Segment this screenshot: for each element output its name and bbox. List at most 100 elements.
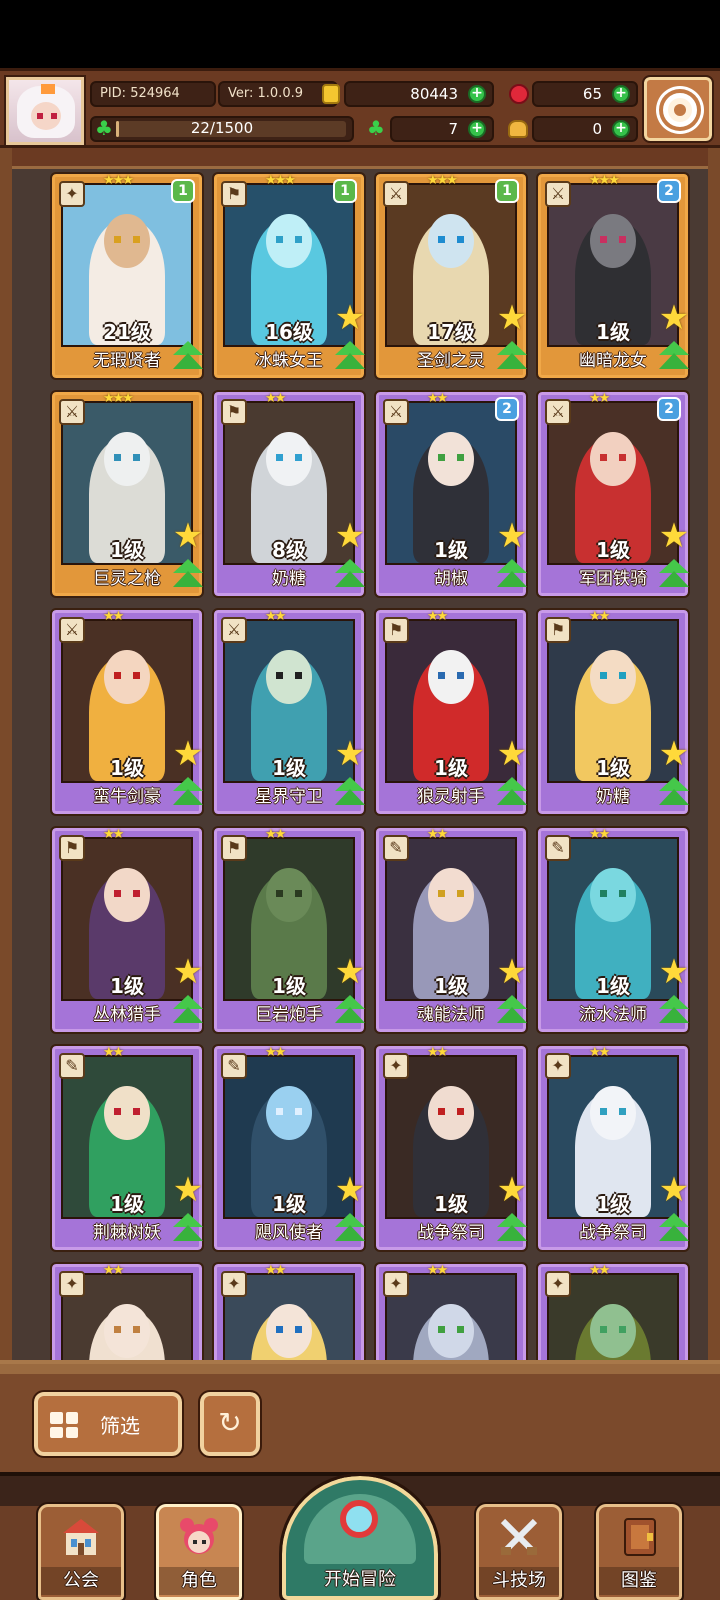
level-up-arrow-icon[interactable] bbox=[333, 339, 367, 373]
hero-card[interactable]: ✎ ★★ 1级 流水法师 ★ bbox=[536, 826, 691, 1034]
add-bread-button[interactable]: + bbox=[612, 120, 630, 138]
star-up-icon[interactable]: ★ bbox=[495, 1173, 529, 1207]
hero-card[interactable]: ⚔ ★★★ 1级 巨灵之枪 ★ bbox=[50, 390, 205, 598]
hero-card[interactable]: ✦ ★★ 1级 战争祭司 ★ bbox=[374, 1044, 529, 1252]
star-up-icon[interactable]: ★ bbox=[171, 737, 205, 771]
hero-card[interactable]: ✎ ★★ 1级 荆棘树妖 ★ bbox=[50, 1044, 205, 1252]
class-icon: ⚔ bbox=[545, 181, 571, 207]
hero-card[interactable]: ⚔ ★★ 2 1级 军团铁骑 ★ bbox=[536, 390, 691, 598]
hero-card[interactable]: ⚑ ★★ 1级 狼灵射手 ★ bbox=[374, 608, 529, 816]
hero-card[interactable]: ✎ ★★ 1级 魂能法师 ★ bbox=[374, 826, 529, 1034]
version-display: Ver: 1.0.0.9 bbox=[218, 81, 338, 107]
level-up-arrow-icon[interactable] bbox=[657, 993, 691, 1027]
refresh-icon: ↻ bbox=[218, 1406, 242, 1439]
level-up-arrow-icon[interactable] bbox=[657, 557, 691, 591]
hero-list-panel: ✦ ★★★ 1 21级 无瑕贤者 ⚑ ★★★ 1 16级 冰蛛女王 ★ ⚔ ★★★ 1 17级 圣剑之灵 ★ ⚔ ★… bbox=[0, 148, 720, 1470]
rarity-stars: ★★ bbox=[589, 609, 610, 624]
nav-arena[interactable]: 斗技场 bbox=[474, 1502, 564, 1600]
level-up-arrow-icon[interactable] bbox=[333, 775, 367, 809]
level-up-arrow-icon[interactable] bbox=[333, 993, 367, 1027]
refresh-button[interactable]: ↻ bbox=[198, 1390, 262, 1458]
nav-heroes[interactable]: 角色 bbox=[154, 1502, 244, 1600]
level-up-arrow-icon[interactable] bbox=[171, 557, 205, 591]
hero-card[interactable]: ⚔ ★★ 1级 星界守卫 ★ bbox=[212, 608, 367, 816]
hero-card[interactable]: ✦ ★★★ 1 21级 无瑕贤者 bbox=[50, 172, 205, 380]
rank-badge: 1 bbox=[333, 179, 357, 203]
rarity-stars: ★★★ bbox=[589, 173, 620, 188]
hero-card[interactable]: ⚔ ★★★ 1 17级 圣剑之灵 ★ bbox=[374, 172, 529, 380]
level-up-arrow-icon[interactable] bbox=[495, 557, 529, 591]
add-gold-button[interactable]: + bbox=[468, 85, 486, 103]
star-up-icon[interactable]: ★ bbox=[657, 301, 691, 335]
level-up-arrow-icon[interactable] bbox=[171, 339, 205, 373]
start-adventure-button[interactable]: 开始冒险 bbox=[279, 1473, 441, 1600]
hero-face-icon bbox=[180, 1518, 218, 1554]
pid-label: PID: 524964 bbox=[100, 86, 180, 101]
hero-card[interactable]: ⚑ ★★ 1级 丛林猎手 ★ bbox=[50, 826, 205, 1034]
clover-value: 7 bbox=[448, 120, 458, 138]
level-up-arrow-icon[interactable] bbox=[495, 993, 529, 1027]
level-up-arrow-icon[interactable] bbox=[171, 775, 205, 809]
ruby-value: 65 bbox=[582, 85, 602, 103]
star-up-icon[interactable]: ★ bbox=[495, 737, 529, 771]
level-up-arrow-icon[interactable] bbox=[333, 557, 367, 591]
hero-card[interactable]: ✎ ★★ 1级 飓风使者 ★ bbox=[212, 1044, 367, 1252]
star-up-icon[interactable]: ★ bbox=[495, 955, 529, 989]
class-icon: ✦ bbox=[59, 181, 85, 207]
rarity-stars: ★★ bbox=[427, 391, 448, 406]
star-up-icon[interactable]: ★ bbox=[333, 737, 367, 771]
rarity-stars: ★★★ bbox=[103, 391, 134, 406]
version-label: Ver: 1.0.0.9 bbox=[228, 86, 303, 101]
star-up-icon[interactable]: ★ bbox=[171, 519, 205, 553]
level-up-arrow-icon[interactable] bbox=[657, 1211, 691, 1245]
star-up-icon[interactable]: ★ bbox=[657, 737, 691, 771]
level-up-arrow-icon[interactable] bbox=[333, 1211, 367, 1245]
rarity-stars: ★★ bbox=[103, 1263, 124, 1278]
hero-card[interactable]: ⚔ ★★ 1级 蛮牛剑豪 ★ bbox=[50, 608, 205, 816]
filter-button[interactable]: 筛选 bbox=[32, 1390, 184, 1458]
player-avatar[interactable] bbox=[4, 75, 86, 147]
class-icon: ✦ bbox=[221, 1271, 247, 1297]
star-up-icon[interactable]: ★ bbox=[495, 301, 529, 335]
class-icon: ✎ bbox=[221, 1053, 247, 1079]
star-up-icon[interactable]: ★ bbox=[171, 955, 205, 989]
nav-guild[interactable]: 公会 bbox=[36, 1502, 126, 1600]
level-up-arrow-icon[interactable] bbox=[495, 339, 529, 373]
level-up-arrow-icon[interactable] bbox=[495, 775, 529, 809]
hero-card[interactable]: ⚑ ★★ 1级 巨岩炮手 ★ bbox=[212, 826, 367, 1034]
hero-card[interactable]: ✦ ★★ 1级 战争祭司 ★ bbox=[536, 1044, 691, 1252]
pid-display: PID: 524964 bbox=[90, 81, 216, 107]
add-clover-button[interactable]: + bbox=[468, 120, 486, 138]
start-adventure-label: 开始冒险 bbox=[324, 1569, 396, 1590]
star-up-icon[interactable]: ★ bbox=[333, 519, 367, 553]
level-up-arrow-icon[interactable] bbox=[657, 775, 691, 809]
nav-codex[interactable]: 图鉴 bbox=[594, 1502, 684, 1600]
rank-badge: 1 bbox=[171, 179, 195, 203]
star-up-icon[interactable]: ★ bbox=[333, 955, 367, 989]
level-up-arrow-icon[interactable] bbox=[171, 993, 205, 1027]
level-up-arrow-icon[interactable] bbox=[657, 339, 691, 373]
settings-button[interactable] bbox=[642, 75, 714, 143]
star-up-icon[interactable]: ★ bbox=[495, 519, 529, 553]
hero-card[interactable]: ⚑ ★★ 8级 奶糖 ★ bbox=[212, 390, 367, 598]
add-ruby-button[interactable]: + bbox=[612, 85, 630, 103]
hero-card[interactable]: ⚑ ★★ 1级 奶糖 ★ bbox=[536, 608, 691, 816]
star-up-icon[interactable]: ★ bbox=[333, 1173, 367, 1207]
hero-card[interactable]: ⚔ ★★ 2 1级 胡椒 ★ bbox=[374, 390, 529, 598]
star-up-icon[interactable]: ★ bbox=[657, 519, 691, 553]
hero-card[interactable]: ⚑ ★★★ 1 16级 冰蛛女王 ★ bbox=[212, 172, 367, 380]
rarity-stars: ★★★ bbox=[427, 173, 458, 188]
ruby-display: 65 + bbox=[532, 81, 638, 107]
level-up-arrow-icon[interactable] bbox=[171, 1211, 205, 1245]
star-up-icon[interactable]: ★ bbox=[657, 955, 691, 989]
filter-label: 筛选 bbox=[100, 1414, 140, 1438]
star-up-icon[interactable]: ★ bbox=[333, 301, 367, 335]
rarity-stars: ★★★ bbox=[103, 173, 134, 188]
bread-value: 0 bbox=[592, 120, 602, 138]
gear-icon bbox=[663, 93, 697, 127]
level-up-arrow-icon[interactable] bbox=[495, 1211, 529, 1245]
star-up-icon[interactable]: ★ bbox=[657, 1173, 691, 1207]
star-up-icon[interactable]: ★ bbox=[171, 1173, 205, 1207]
hero-card[interactable]: ⚔ ★★★ 2 1级 幽暗龙女 ★ bbox=[536, 172, 691, 380]
class-icon: ⚑ bbox=[59, 835, 85, 861]
